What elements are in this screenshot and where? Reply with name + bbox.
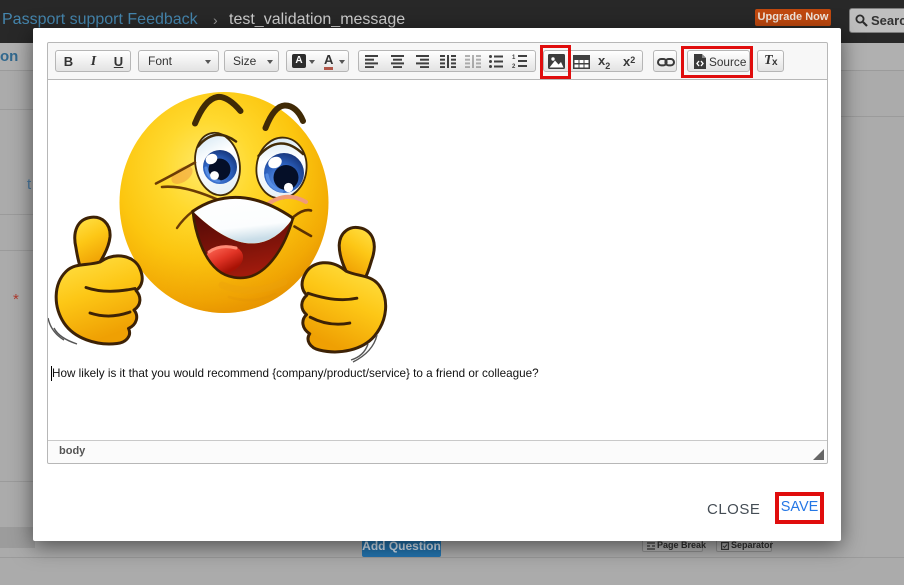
svg-text:2: 2 — [512, 64, 516, 69]
svg-text:1: 1 — [512, 55, 516, 61]
